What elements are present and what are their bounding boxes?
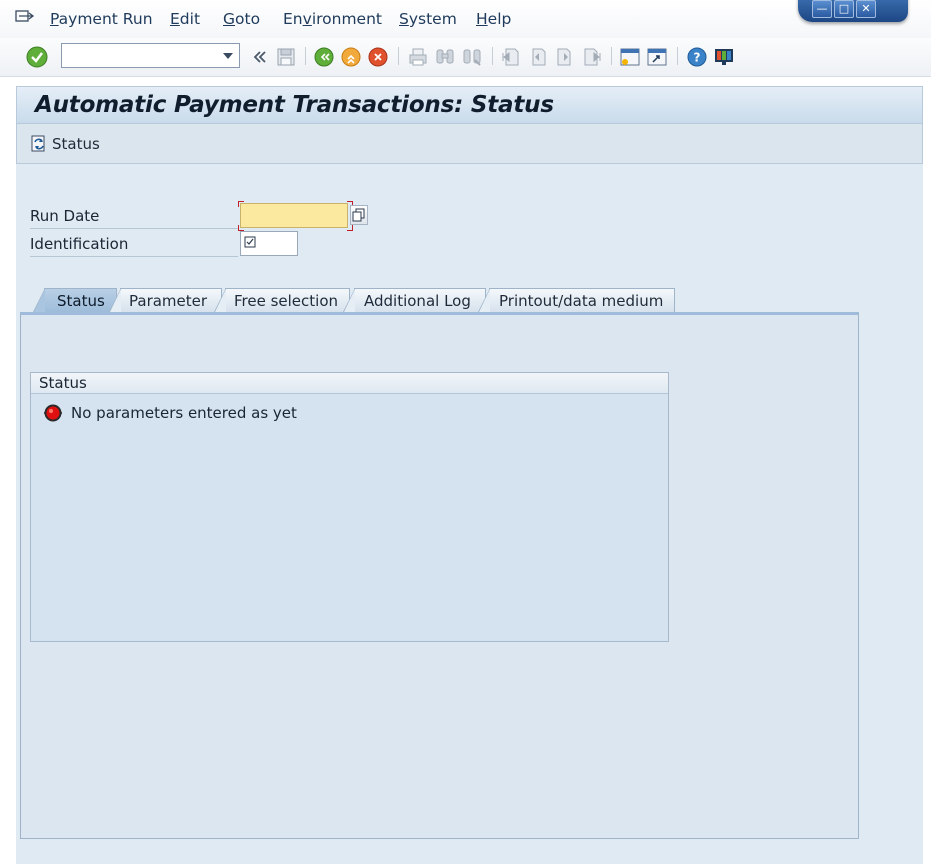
run-date-label: Run Date <box>30 207 100 225</box>
tab-edge <box>344 289 355 312</box>
print-icon[interactable] <box>407 46 429 68</box>
tab-status[interactable]: Status <box>33 288 117 312</box>
toolbar-separator <box>677 47 678 65</box>
tab-additional-log[interactable]: Additional Log <box>343 288 486 312</box>
menu-goto[interactable]: Goto <box>223 10 260 28</box>
toolbar-separator <box>398 47 399 65</box>
divider <box>30 256 238 257</box>
svg-text:?: ? <box>694 51 701 65</box>
maximize-icon[interactable]: □ <box>834 0 854 18</box>
menu-mnemonic: H <box>476 10 488 28</box>
find-icon[interactable] <box>434 46 456 68</box>
tab-parameter-label: Parameter <box>129 292 208 310</box>
application-toolbar: Status <box>16 124 923 164</box>
menu-mnemonic: E <box>170 10 180 28</box>
tab-panel-status: Status No parameters entered as yet <box>20 312 859 839</box>
menu-mnemonic: P <box>50 10 59 28</box>
refresh-icon <box>31 135 45 152</box>
entry-checkbox-icon <box>244 236 256 248</box>
system-toolbar: ? <box>0 38 931 77</box>
tab-parameter[interactable]: Parameter <box>109 288 222 312</box>
help-icon[interactable]: ? <box>686 46 708 68</box>
run-date-field[interactable] <box>240 203 348 228</box>
main-area: Run Date Identification Status Parameter… <box>16 164 923 864</box>
tab-edge <box>479 289 490 312</box>
tab-edge <box>34 289 45 312</box>
toolbar-separator <box>611 47 612 65</box>
tab-additional-log-label: Additional Log <box>364 292 471 310</box>
status-message: No parameters entered as yet <box>71 404 297 422</box>
last-page-icon[interactable] <box>581 46 603 68</box>
enter-icon[interactable] <box>26 46 48 68</box>
toolbar-separator <box>492 47 493 65</box>
menu-mnemonic: v <box>302 10 312 28</box>
menu-edit[interactable]: Edit <box>170 10 200 28</box>
red-light-icon <box>44 404 62 422</box>
command-field[interactable] <box>61 43 240 68</box>
divider <box>30 228 238 229</box>
status-message-row: No parameters entered as yet <box>43 403 297 423</box>
window-controls: — □ ✕ <box>798 0 908 22</box>
status-button-label: Status <box>52 135 100 153</box>
status-group-title: Status <box>31 373 668 394</box>
tab-printout-data-medium-label: Printout/data medium <box>499 292 664 310</box>
first-page-icon[interactable] <box>500 46 522 68</box>
minimize-icon[interactable]: — <box>812 0 832 18</box>
command-input[interactable] <box>64 45 218 68</box>
required-marker <box>238 201 244 207</box>
close-icon[interactable]: ✕ <box>856 0 876 18</box>
exit-icon[interactable] <box>340 46 362 68</box>
tab-printout-data-medium[interactable]: Printout/data medium <box>478 288 675 312</box>
tab-edge <box>215 289 226 312</box>
menu-bar: Payment Run Edit Goto Environment System… <box>0 0 931 38</box>
value-help-button[interactable] <box>350 205 368 225</box>
save-icon[interactable] <box>275 46 297 68</box>
menu-mnemonic: G <box>223 10 236 28</box>
identification-field[interactable] <box>240 231 298 256</box>
find-next-icon[interactable] <box>461 46 483 68</box>
cancel-icon[interactable] <box>367 46 389 68</box>
run-date-input[interactable] <box>241 204 347 227</box>
tab-free-selection-label: Free selection <box>234 292 339 310</box>
menu-payment-run[interactable]: Payment Run <box>50 10 153 28</box>
shortcut-icon[interactable] <box>646 46 668 68</box>
status-group: Status No parameters entered as yet <box>30 372 669 642</box>
customize-layout-icon[interactable] <box>713 46 735 68</box>
copy-icon <box>352 208 365 222</box>
menu-system[interactable]: System <box>399 10 457 28</box>
tab-status-label: Status <box>57 292 105 310</box>
menu-mnemonic: S <box>399 10 409 28</box>
menu-icon[interactable] <box>15 9 35 25</box>
identification-label: Identification <box>30 235 129 253</box>
menu-environment[interactable]: Environment <box>283 10 382 28</box>
previous-page-icon[interactable] <box>527 46 549 68</box>
toolbar-separator <box>305 47 306 65</box>
status-button[interactable]: Status <box>29 133 100 155</box>
back-double-icon[interactable] <box>249 46 271 68</box>
page-title: Automatic Payment Transactions: Status <box>35 92 554 118</box>
menu-help[interactable]: Help <box>476 10 511 28</box>
tab-free-selection[interactable]: Free selection <box>214 288 350 312</box>
next-page-icon[interactable] <box>554 46 576 68</box>
tab-edge <box>110 289 121 312</box>
screen-title-bar: Automatic Payment Transactions: Status <box>16 86 923 124</box>
back-icon[interactable] <box>313 46 335 68</box>
chevron-down-icon[interactable] <box>223 53 233 59</box>
create-session-icon[interactable] <box>619 46 641 68</box>
